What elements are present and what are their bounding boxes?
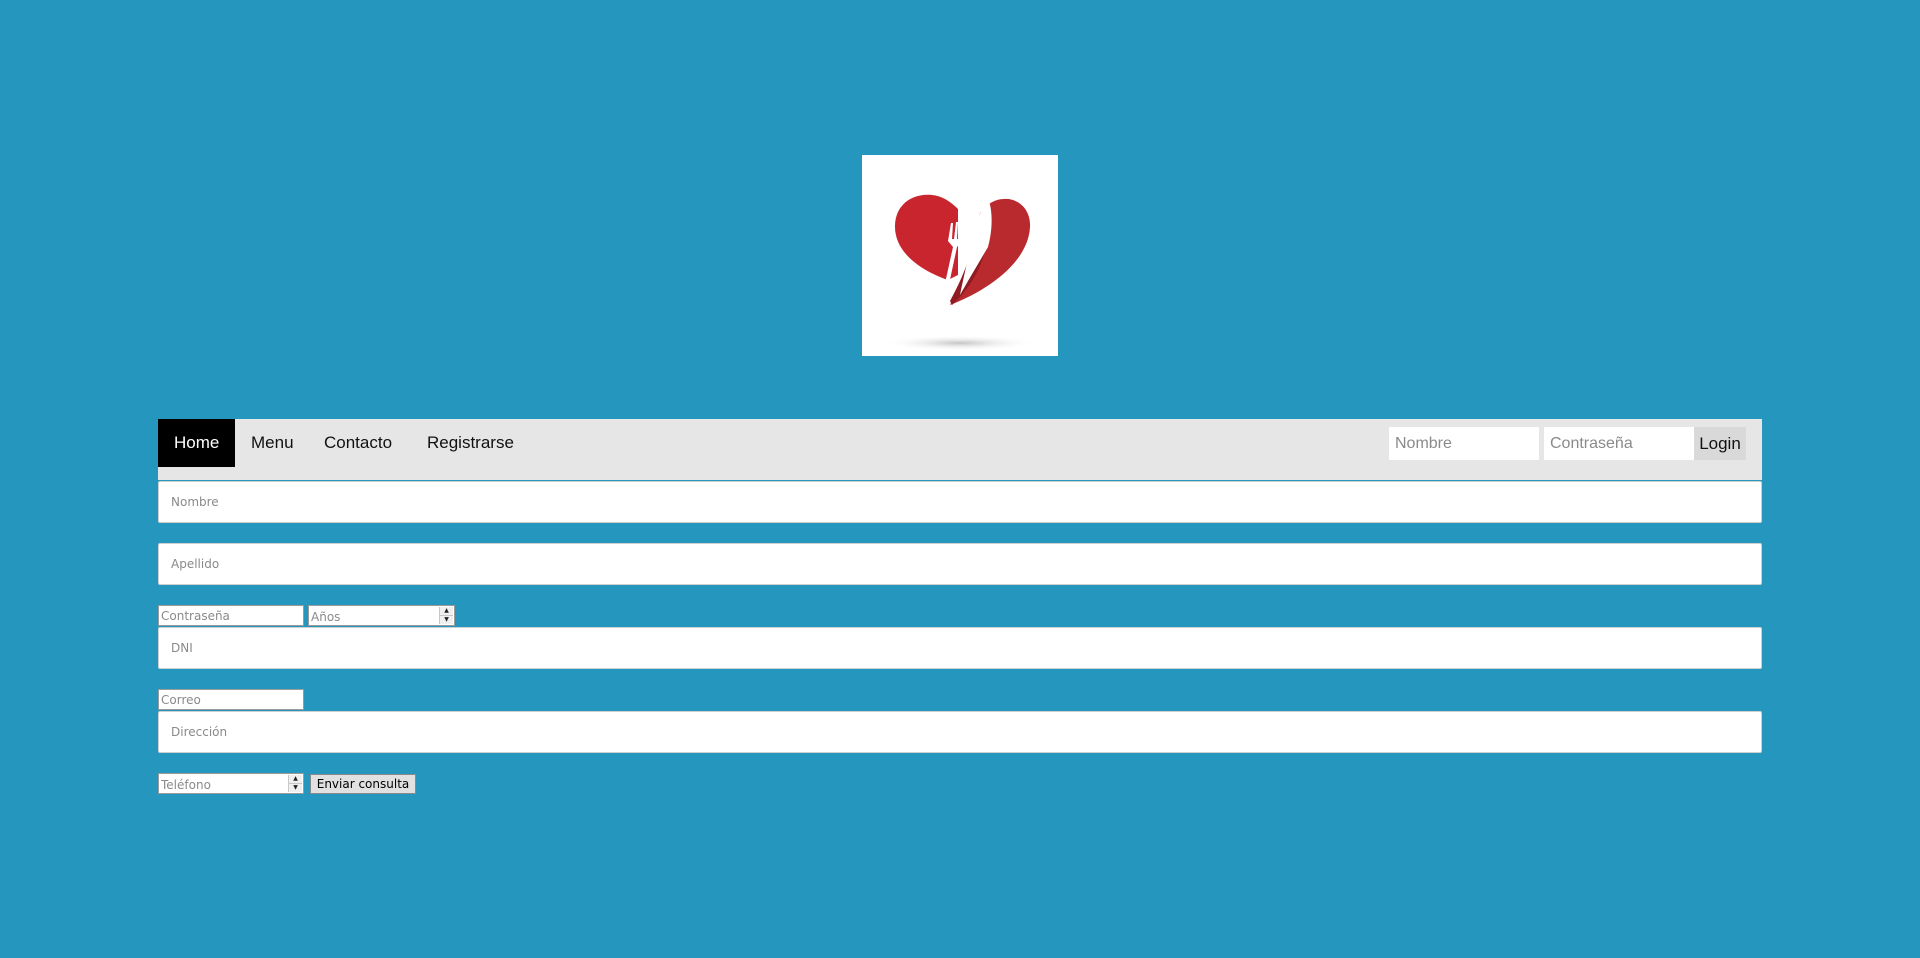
spin-down-icon[interactable]: ▼ [440,616,453,624]
telefono-field[interactable] [159,775,288,795]
contrasena-field[interactable] [158,605,304,626]
telefono-stepper[interactable]: ▲ ▼ [158,773,304,795]
login-button[interactable]: Login [1694,427,1746,460]
direccion-field[interactable] [158,711,1762,753]
heart-fork-knife-logo-icon [882,194,1038,351]
login-name-input[interactable] [1389,427,1539,460]
spin-up-icon[interactable]: ▲ [289,775,302,784]
main-navbar: Home Menu Contacto Registrarse Login [158,419,1762,480]
apellido-field[interactable] [158,543,1762,585]
anios-spinner[interactable]: ▲ ▼ [439,607,453,624]
dni-field[interactable] [158,627,1762,669]
enviar-consulta-button[interactable]: Enviar consulta [310,774,416,794]
nav-item-home[interactable]: Home [158,419,236,467]
spin-up-icon[interactable]: ▲ [440,607,453,616]
telefono-spinner[interactable]: ▲ ▼ [288,775,302,792]
login-password-input[interactable] [1544,427,1694,460]
spin-down-icon[interactable]: ▼ [289,784,302,792]
site-logo [862,155,1058,356]
nav-item-contacto[interactable]: Contacto [308,419,408,467]
correo-field[interactable] [158,689,304,710]
anios-stepper[interactable]: ▲ ▼ [308,605,455,627]
nombre-field[interactable] [158,481,1762,523]
anios-field[interactable] [309,607,439,627]
nav-item-registrarse[interactable]: Registrarse [411,419,530,467]
nav-item-menu[interactable]: Menu [235,419,310,467]
